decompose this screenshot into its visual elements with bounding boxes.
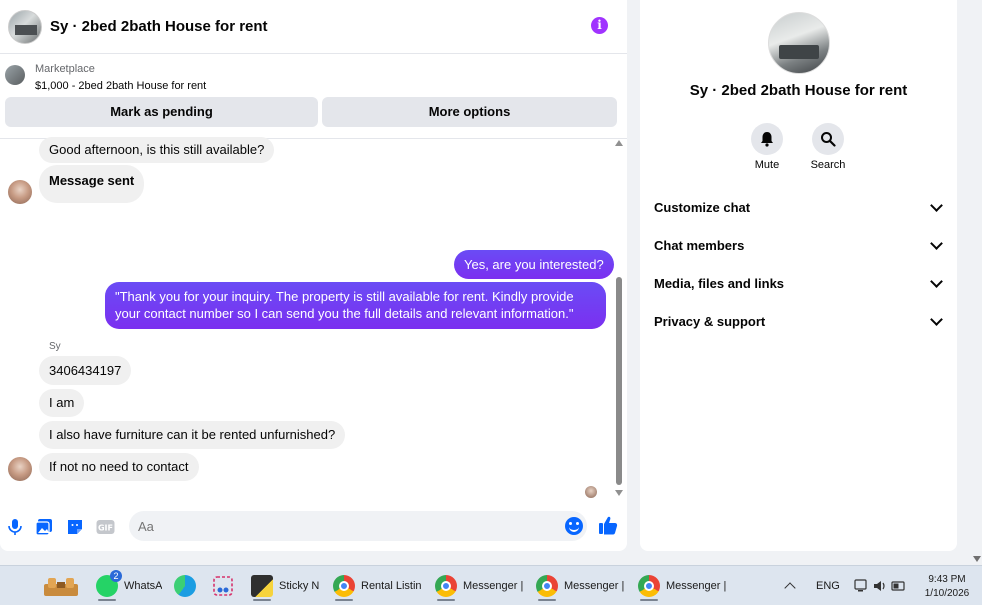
marketplace-label: Marketplace bbox=[35, 63, 95, 75]
section-media-files-links[interactable]: Media, files and links bbox=[640, 268, 957, 298]
search-label: Search bbox=[810, 159, 846, 171]
chrome-icon bbox=[435, 575, 457, 601]
message-bubble[interactable]: 3406434197 bbox=[39, 356, 132, 385]
sticker-icon[interactable] bbox=[66, 518, 84, 536]
taskbar: 2 WhatsA Sticky N Rental Listin Messenge… bbox=[0, 565, 982, 605]
chrome-icon bbox=[536, 575, 558, 601]
taskbar-chrome-messenger-1[interactable]: Messenger | bbox=[435, 572, 529, 601]
section-privacy-support[interactable]: Privacy & support bbox=[640, 306, 957, 336]
taskbar-whatsapp[interactable]: 2 WhatsA bbox=[96, 570, 162, 601]
message-bubble[interactable]: Message sent bbox=[39, 165, 145, 203]
mute-label: Mute bbox=[754, 159, 780, 171]
search-button[interactable]: Search bbox=[798, 123, 858, 171]
message-bubble[interactable]: If not no need to contact bbox=[39, 453, 199, 481]
taskbar-snipping-tool[interactable] bbox=[212, 572, 234, 600]
taskbar-edge[interactable] bbox=[174, 572, 196, 600]
message-bubble[interactable]: I am bbox=[39, 389, 85, 417]
sticky-notes-icon bbox=[251, 575, 273, 601]
taskbar-widget[interactable] bbox=[42, 572, 80, 600]
chevron-down-icon bbox=[930, 237, 943, 250]
chevron-down-icon bbox=[930, 199, 943, 212]
marketplace-banner: Marketplace $1,000 - 2bed 2bath House fo… bbox=[0, 55, 627, 139]
conversation-details-panel: Sy · 2bed 2bath House for rent Mute Sear… bbox=[640, 0, 957, 551]
message-input[interactable] bbox=[129, 511, 587, 541]
like-icon[interactable] bbox=[598, 515, 618, 535]
widget-icon bbox=[44, 578, 78, 596]
clock-time: 9:43 PM bbox=[928, 574, 966, 585]
mark-as-pending-button[interactable]: Mark as pending bbox=[5, 97, 318, 127]
details-title: Sy · 2bed 2bath House for rent bbox=[689, 82, 908, 99]
taskbar-label: Messenger | bbox=[564, 580, 625, 592]
taskbar-label: WhatsA bbox=[124, 580, 162, 592]
tray-icons[interactable] bbox=[854, 579, 906, 593]
whatsapp-icon: 2 bbox=[96, 570, 122, 601]
chevron-down-icon bbox=[930, 275, 943, 288]
taskbar-label: Sticky N bbox=[279, 580, 320, 592]
chat-header: Sy · 2bed 2bath House for rent i bbox=[0, 0, 627, 54]
taskbar-chrome-messenger-2[interactable]: Messenger | bbox=[536, 572, 630, 601]
clock-date: 1/10/2026 bbox=[924, 588, 970, 599]
taskbar-sticky-notes[interactable]: Sticky N bbox=[251, 572, 321, 601]
taskbar-chrome-rental[interactable]: Rental Listin bbox=[333, 572, 421, 601]
chevron-down-icon bbox=[930, 313, 943, 326]
taskbar-label: Messenger | bbox=[463, 580, 524, 592]
section-customize-chat[interactable]: Customize chat bbox=[640, 192, 957, 222]
bell-icon bbox=[761, 132, 773, 147]
info-icon[interactable]: i bbox=[591, 17, 608, 34]
taskbar-label: Rental Listin bbox=[361, 580, 421, 592]
language-indicator[interactable]: ENG bbox=[816, 580, 840, 592]
photo-icon[interactable] bbox=[35, 518, 53, 536]
taskbar-label: Messenger | bbox=[666, 580, 727, 592]
sender-name: Sy bbox=[49, 341, 61, 352]
message-bubble[interactable]: I also have furniture can it be rented u… bbox=[39, 421, 346, 449]
scroll-thumb[interactable] bbox=[616, 277, 622, 485]
mute-button[interactable]: Mute bbox=[737, 123, 797, 171]
seen-indicator bbox=[585, 486, 597, 498]
notification-badge: 2 bbox=[110, 570, 122, 582]
message-bubble[interactable]: Good afternoon, is this still available? bbox=[39, 137, 275, 163]
system-tray: ENG bbox=[784, 566, 906, 605]
svg-text:GIF: GIF bbox=[98, 524, 113, 533]
scroll-up-arrow[interactable] bbox=[615, 140, 623, 146]
message-scrollbar[interactable] bbox=[614, 140, 624, 500]
edge-icon bbox=[174, 575, 196, 597]
message-bubble-outgoing[interactable]: "Thank you for your inquiry. The propert… bbox=[105, 282, 606, 329]
contact-avatar[interactable] bbox=[8, 180, 32, 204]
listing-title[interactable]: $1,000 - 2bed 2bath House for rent bbox=[35, 80, 206, 92]
message-line: your contact number so I can send you th… bbox=[115, 306, 574, 321]
message-line: "Thank you for your inquiry. The propert… bbox=[115, 289, 574, 304]
scissors-icon bbox=[213, 576, 233, 596]
gif-icon[interactable]: GIF bbox=[96, 518, 115, 536]
listing-thumbnail[interactable] bbox=[5, 65, 25, 85]
message-bubble-outgoing[interactable]: Yes, are you interested? bbox=[454, 250, 614, 279]
section-chat-members[interactable]: Chat members bbox=[640, 230, 957, 260]
chrome-icon bbox=[333, 575, 355, 601]
chat-title[interactable]: Sy · 2bed 2bath House for rent bbox=[50, 18, 268, 35]
chevron-up-icon[interactable] bbox=[784, 582, 796, 594]
conversation-avatar[interactable] bbox=[8, 9, 42, 44]
page-scroll-down-arrow[interactable] bbox=[973, 556, 981, 562]
message-list[interactable]: Good afternoon, is this still available?… bbox=[0, 137, 627, 503]
chat-panel: Sy · 2bed 2bath House for rent i Marketp… bbox=[0, 0, 627, 551]
contact-avatar[interactable] bbox=[8, 457, 32, 481]
composer: GIF bbox=[0, 505, 627, 549]
chrome-icon bbox=[638, 575, 660, 601]
conversation-avatar-large[interactable] bbox=[768, 12, 830, 74]
clock[interactable]: 9:43 PM 1/10/2026 bbox=[918, 573, 976, 601]
search-icon bbox=[821, 132, 836, 147]
taskbar-chrome-messenger-3[interactable]: Messenger | bbox=[638, 572, 732, 601]
microphone-icon[interactable] bbox=[6, 518, 24, 536]
more-options-button[interactable]: More options bbox=[322, 97, 617, 127]
emoji-icon[interactable] bbox=[565, 517, 583, 535]
scroll-down-arrow[interactable] bbox=[615, 490, 623, 496]
